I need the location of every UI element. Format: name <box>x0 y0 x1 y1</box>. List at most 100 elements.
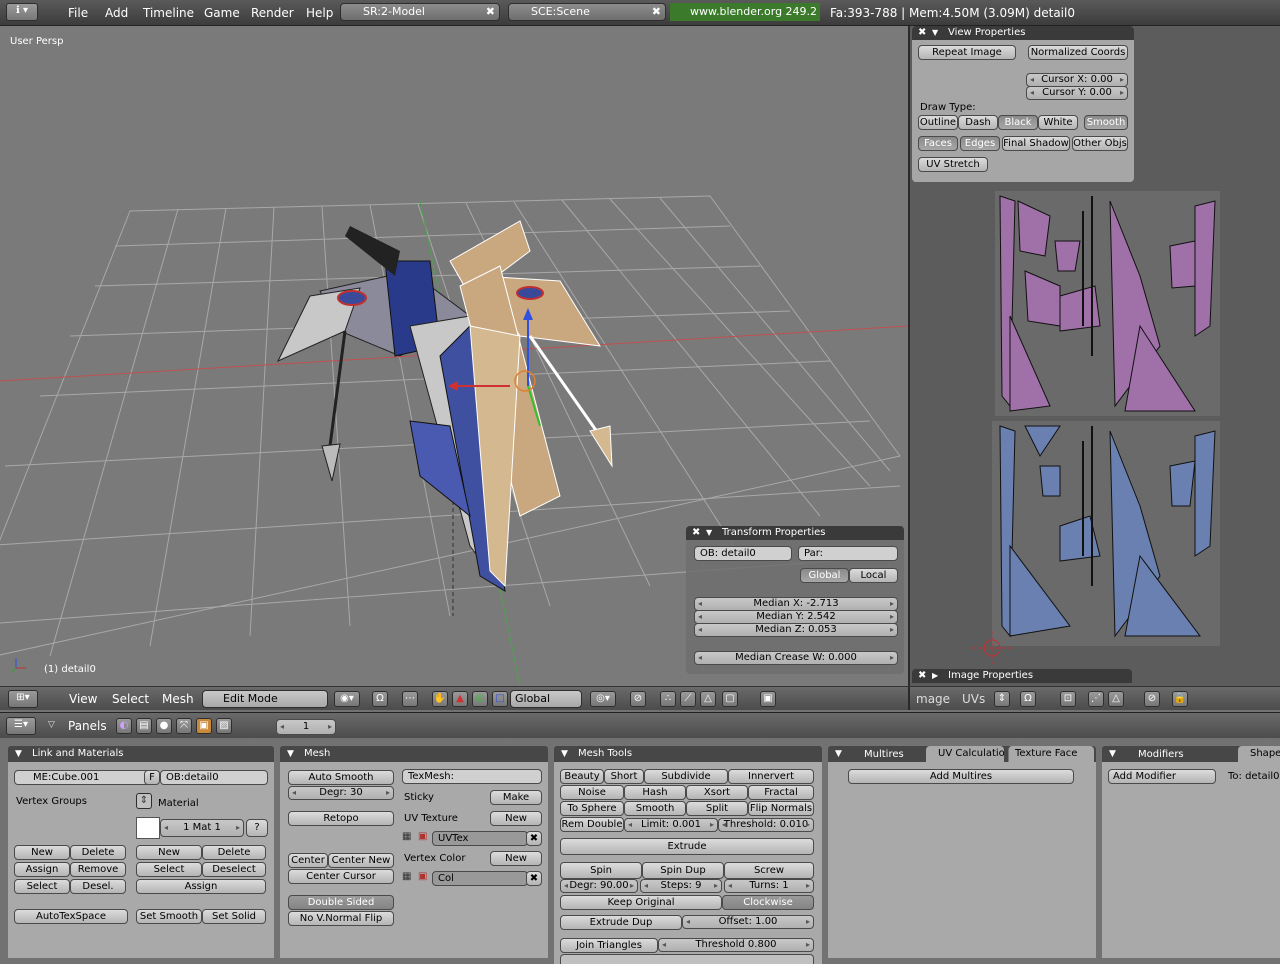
editor-type-icon[interactable]: ⊞▾ <box>8 690 38 708</box>
clockwise-toggle[interactable]: Clockwise <box>722 895 814 910</box>
median-y-field[interactable]: Median Y: 2.542 <box>694 610 898 624</box>
uv-stretch-toggle[interactable]: UV Stretch <box>918 157 988 172</box>
proportional-icon[interactable]: ◎▾ <box>590 691 616 707</box>
median-z-field[interactable]: Median Z: 0.053 <box>694 623 898 637</box>
mesh-panel-header[interactable]: ▼ Mesh <box>280 746 548 762</box>
mesh-tools-header[interactable]: ▼ Mesh Tools <box>554 746 822 762</box>
jt-threshold-field[interactable]: Threshold 0.800 <box>658 938 814 952</box>
material-index-field[interactable]: 1 Mat 1 <box>160 819 244 837</box>
modifiers-header[interactable]: ▼ Modifiers Shape <box>1102 746 1280 762</box>
uv-texture-new-button[interactable]: New <box>490 811 542 826</box>
menu-render[interactable]: Render <box>251 6 294 20</box>
lock-icon[interactable]: 🔒 <box>1172 691 1188 707</box>
median-crease-field[interactable]: Median Crease W: 0.000 <box>694 651 898 665</box>
vgroup-deselect-button[interactable]: Desel. <box>70 879 126 894</box>
median-x-field[interactable]: Median X: -2.713 <box>694 597 898 611</box>
face-mode-icon[interactable]: △ <box>1108 691 1124 707</box>
triangle-down-icon[interactable]: ▽ <box>48 720 55 730</box>
final-shadow-toggle[interactable]: Final Shadow <box>1002 136 1070 151</box>
smooth-button[interactable]: Smooth <box>624 801 686 816</box>
extrude-dup-button[interactable]: Extrude Dup <box>560 915 682 930</box>
close-icon[interactable]: ✖ <box>918 26 926 40</box>
menu-uvs[interactable]: UVs <box>962 692 985 706</box>
draw-type-icon[interactable]: ◉▾ <box>334 691 360 707</box>
xsort-button[interactable]: Xsort <box>686 785 748 800</box>
pivot-icon[interactable]: Ω <box>372 691 388 707</box>
uv-calculation-tab[interactable]: UV Calculatio <box>926 746 1004 762</box>
scene-selector[interactable]: SCE:Scene ✖ <box>508 3 666 21</box>
close-icon[interactable]: ✖ <box>918 669 926 683</box>
vgroup-select-button[interactable]: Select <box>14 879 70 894</box>
triangle-down-icon[interactable]: ▼ <box>706 526 712 540</box>
material-new-button[interactable]: New <box>136 845 202 860</box>
parent-field[interactable]: Par: <box>798 546 898 561</box>
view-properties-header[interactable]: ✖ ▼ View Properties <box>912 26 1134 40</box>
edges-toggle[interactable]: Edges <box>960 136 1000 151</box>
link-icon[interactable]: ⊘ <box>1144 691 1160 707</box>
close-icon[interactable]: ✖ <box>486 4 495 20</box>
menu-timeline[interactable]: Timeline <box>143 6 194 20</box>
center-cursor-button[interactable]: Center Cursor <box>288 869 394 884</box>
vgroup-new-button[interactable]: New <box>14 845 70 860</box>
menu-game[interactable]: Game <box>204 6 240 20</box>
split-button[interactable]: Split <box>686 801 748 816</box>
triangle-right-icon[interactable]: ▶ <box>932 669 938 683</box>
hash-button[interactable]: Hash <box>624 785 686 800</box>
rotate-icon[interactable]: ◎ <box>472 691 488 707</box>
double-sided-toggle[interactable]: Double Sided <box>288 895 394 910</box>
render-icon[interactable]: ▣ <box>760 691 776 707</box>
center-button[interactable]: Center <box>288 853 328 868</box>
multires-header[interactable]: ▼ Multires UV Calculatio Texture Face <box>828 746 1096 762</box>
other-objs-toggle[interactable]: Other Objs <box>1072 136 1128 151</box>
scale-icon[interactable]: □ <box>492 691 508 707</box>
triangle-down-icon[interactable]: ▼ <box>1109 746 1116 762</box>
limit-field[interactable]: Limit: 0.001 <box>624 818 718 832</box>
material-color-swatch[interactable] <box>136 817 160 839</box>
script-icon[interactable]: ▤ <box>136 718 152 734</box>
shapes-tab[interactable]: Shape <box>1238 746 1280 762</box>
innervert-toggle[interactable]: Innervert <box>728 769 814 784</box>
set-solid-button[interactable]: Set Solid <box>202 909 266 924</box>
vc-grid-icon[interactable]: ▦ <box>402 871 416 885</box>
editing-icon[interactable]: ▣ <box>196 718 212 734</box>
triangle-down-icon[interactable]: ▼ <box>561 746 568 762</box>
menu-image[interactable]: mage <box>916 692 950 706</box>
spin-dup-button[interactable]: Spin Dup <box>642 862 724 879</box>
spin-degree-field[interactable]: Degr: 90.00 <box>560 879 638 893</box>
vertex-color-new-button[interactable]: New <box>490 851 542 866</box>
logic-icon[interactable]: ◐ <box>116 718 132 734</box>
draw-type-white[interactable]: White <box>1038 115 1078 130</box>
material-assign-button[interactable]: Assign <box>136 879 266 894</box>
ob-field[interactable]: OB: detail0 <box>694 546 792 561</box>
material-delete-button[interactable]: Delete <box>202 845 266 860</box>
texture-face-tab[interactable]: Texture Face <box>1008 746 1094 762</box>
frame-field[interactable]: 1 <box>276 719 336 735</box>
triangle-down-icon[interactable]: ▼ <box>287 746 294 762</box>
magnet-icon[interactable]: Ω <box>1020 691 1036 707</box>
link-materials-header[interactable]: ▼ Link and Materials <box>8 746 274 762</box>
vgroup-delete-button[interactable]: Delete <box>70 845 126 860</box>
shading-icon[interactable]: ● <box>156 718 172 734</box>
cursor-x-field[interactable]: Cursor X: 0.00 <box>1026 73 1128 87</box>
smooth-degree-field[interactable]: Degr: 30 <box>288 786 394 800</box>
add-multires-button[interactable]: Add Multires <box>848 769 1074 784</box>
info-icon[interactable]: ℹ ▾ <box>6 3 38 21</box>
face-select-icon[interactable]: △ <box>700 691 716 707</box>
mesh-name-field[interactable]: ME:Cube.001 <box>14 770 152 785</box>
material-select-button[interactable]: Select <box>136 862 202 877</box>
repeat-image-button[interactable]: Repeat Image <box>918 45 1016 60</box>
fake-user-button[interactable]: F <box>144 770 160 785</box>
buttons-editor-icon[interactable]: ☰▾ <box>6 717 36 735</box>
panels-menu[interactable]: Panels <box>68 719 107 733</box>
offset-field[interactable]: Offset: 1.00 <box>682 915 814 929</box>
join-triangles-button[interactable]: Join Triangles <box>560 938 658 953</box>
retopo-toggle[interactable]: Retopo <box>288 811 394 826</box>
noise-button[interactable]: Noise <box>560 785 624 800</box>
menu-mesh[interactable]: Mesh <box>162 692 194 706</box>
extrude-button[interactable]: Extrude <box>560 838 814 855</box>
flip-normals-button[interactable]: Flip Normals <box>748 801 814 816</box>
occlude-icon[interactable]: ⊘ <box>630 691 646 707</box>
menu-view[interactable]: View <box>69 692 97 706</box>
hand-icon[interactable]: ✋ <box>432 691 448 707</box>
cube-icon[interactable]: ▢ <box>722 691 738 707</box>
